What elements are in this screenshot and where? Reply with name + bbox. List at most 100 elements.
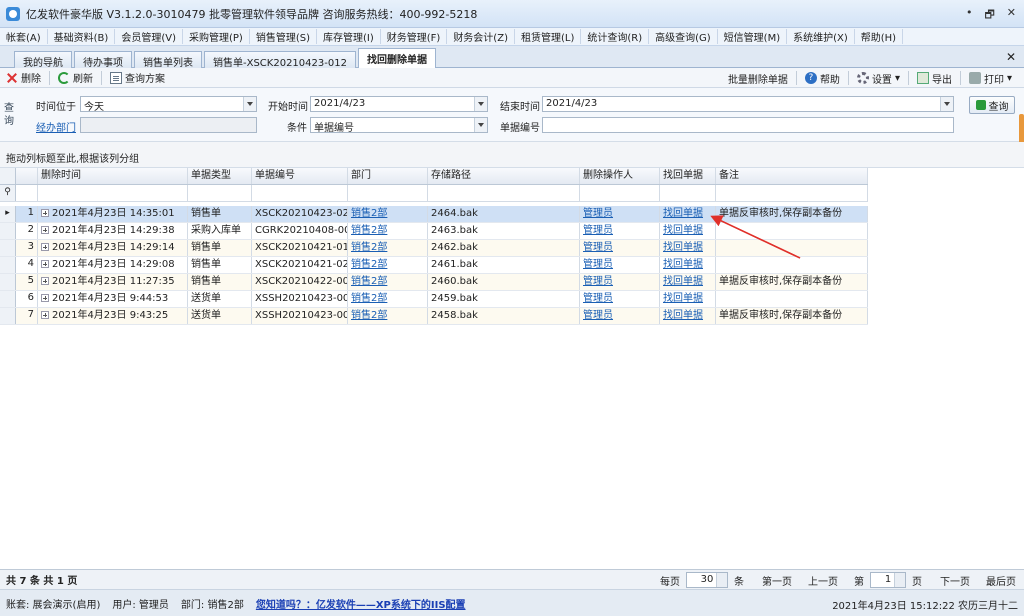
cell-dept[interactable]: 销售2部 [348,206,428,222]
cell-recover[interactable]: 找回单据 [660,240,716,256]
tab-item[interactable]: 销售单列表 [134,51,202,69]
cell-text[interactable]: 销售2部 [351,276,387,287]
cell-text[interactable]: 管理员 [583,310,613,321]
cell-recover[interactable]: 找回单据 [660,274,716,290]
expand-icon[interactable] [41,209,49,217]
cell-op[interactable]: 管理员 [580,291,660,307]
tab-item[interactable]: 销售单-XSCK20210423-012 [204,51,356,69]
refresh-button[interactable]: 刷新 [52,70,99,85]
dept-link[interactable]: 经办部门 [36,119,76,134]
cell-text[interactable]: 销售2部 [351,293,387,304]
minimize-icon[interactable]: • [966,6,973,25]
print-button[interactable]: 打印 ▾ [963,71,1018,86]
expand-icon[interactable] [41,294,49,302]
column-filter-cell[interactable] [252,185,348,201]
table-row[interactable]: ▸ 1 2021年4月23日 14:35:01 销售单 XSCK20210423-022… [0,206,868,223]
menu-item[interactable]: 基础资料(B) [48,29,116,44]
page-number-stepper[interactable]: 1 [870,572,906,588]
row-header[interactable] [0,240,16,256]
column-header[interactable]: 存储路径 [428,168,580,184]
cell-recover[interactable]: 找回单据 [660,291,716,307]
tab-item[interactable]: 待办事项 [74,51,132,69]
table-row[interactable]: 6 2021年4月23日 9:44:53 送货单 XSSH20210423-001 销售… [0,291,868,308]
expand-icon[interactable] [41,226,49,234]
row-header[interactable] [0,291,16,307]
query-scheme-button[interactable]: 查询方案 [104,70,171,85]
dropdown-arrow-icon[interactable] [243,97,256,111]
column-header[interactable]: 备注 [716,168,868,184]
cell-text[interactable]: 销售2部 [351,242,387,253]
column-filter-cell[interactable] [580,185,660,201]
export-button[interactable]: 导出 [911,71,958,86]
column-filter-cell[interactable] [716,185,868,201]
cell-text[interactable]: 找回单据 [663,208,703,219]
cell-op[interactable]: 管理员 [580,223,660,239]
tab-item[interactable]: 我的导航 [14,51,72,69]
dropdown-arrow-icon[interactable] [474,118,487,132]
cell-dept[interactable]: 销售2部 [348,223,428,239]
row-header[interactable] [0,274,16,290]
menu-item[interactable]: 采购管理(P) [183,29,250,44]
end-time-input[interactable]: 2021/4/23 [542,96,954,112]
tip-link[interactable]: 您知道吗？：亿发软件——XP系统下的IIS配置 [250,596,472,611]
dept-input[interactable] [80,117,257,133]
cell-op[interactable]: 管理员 [580,206,660,222]
row-header[interactable] [0,308,16,324]
cell-text[interactable]: 管理员 [583,208,613,219]
row-header[interactable] [0,223,16,239]
column-header[interactable]: 找回单据 [660,168,716,184]
menu-item[interactable]: 库存管理(I) [317,29,381,44]
column-header[interactable]: 单据类型 [188,168,252,184]
next-page-button[interactable]: 下一页 [940,573,970,588]
menu-item[interactable]: 财务管理(F) [381,29,448,44]
table-row[interactable]: 5 2021年4月23日 11:27:35 销售单 XSCK20210422-005 销… [0,274,868,291]
start-time-input[interactable]: 2021/4/23 [310,96,488,112]
column-filter-cell[interactable] [428,185,580,201]
menu-item[interactable]: 高级查询(G) [649,29,718,44]
cell-op[interactable]: 管理员 [580,274,660,290]
expand-icon[interactable] [41,311,49,319]
column-header[interactable]: 删除操作人 [580,168,660,184]
cell-text[interactable]: 销售2部 [351,310,387,321]
cell-op[interactable]: 管理员 [580,308,660,324]
row-pointer-icon[interactable]: ▸ [0,206,16,222]
cell-op[interactable]: 管理员 [580,257,660,273]
per-page-stepper[interactable]: 30 [686,572,728,588]
cell-op[interactable]: 管理员 [580,240,660,256]
last-page-button[interactable]: 最后页 [986,573,1016,588]
cell-text[interactable]: 管理员 [583,225,613,236]
cell-text[interactable]: 找回单据 [663,259,703,270]
column-filter-cell[interactable] [660,185,716,201]
restore-icon[interactable]: 🗗 [984,6,994,25]
docno-input[interactable] [542,117,954,133]
expand-icon[interactable] [41,260,49,268]
table-row[interactable]: 2 2021年4月23日 14:29:38 采购入库单 CGRK20210408-00… [0,223,868,240]
column-header[interactable]: 删除时间 [38,168,188,184]
menu-item[interactable]: 系统维护(X) [787,29,855,44]
close-tab-icon[interactable]: ✕ [1006,50,1016,64]
cell-recover[interactable]: 找回单据 [660,257,716,273]
dropdown-arrow-icon[interactable] [474,97,487,111]
dropdown-arrow-icon[interactable] [940,97,953,111]
cell-recover[interactable]: 找回单据 [660,223,716,239]
cell-dept[interactable]: 销售2部 [348,274,428,290]
expand-icon[interactable] [41,277,49,285]
cell-text[interactable]: 找回单据 [663,276,703,287]
column-filter-cell[interactable] [38,185,188,201]
time-range-select[interactable]: 今天 [80,96,257,112]
row-header[interactable] [0,168,16,184]
filter-pin-icon[interactable]: ⚲ [0,185,16,201]
column-filter-cell[interactable] [188,185,252,201]
column-header[interactable]: 单据编号 [252,168,348,184]
cell-dept[interactable]: 销售2部 [348,240,428,256]
delete-button[interactable]: 删除 [0,70,47,85]
cell-text[interactable]: 管理员 [583,242,613,253]
cell-text[interactable]: 找回单据 [663,293,703,304]
cell-recover[interactable]: 找回单据 [660,308,716,324]
cell-text[interactable]: 销售2部 [351,225,387,236]
cell-dept[interactable]: 销售2部 [348,308,428,324]
menu-item[interactable]: 财务会计(Z) [447,29,515,44]
menu-item[interactable]: 统计查询(R) [581,29,650,44]
help-button[interactable]: ? 帮助 [799,71,846,86]
tab-item[interactable]: 找回删除单据 [357,48,436,68]
